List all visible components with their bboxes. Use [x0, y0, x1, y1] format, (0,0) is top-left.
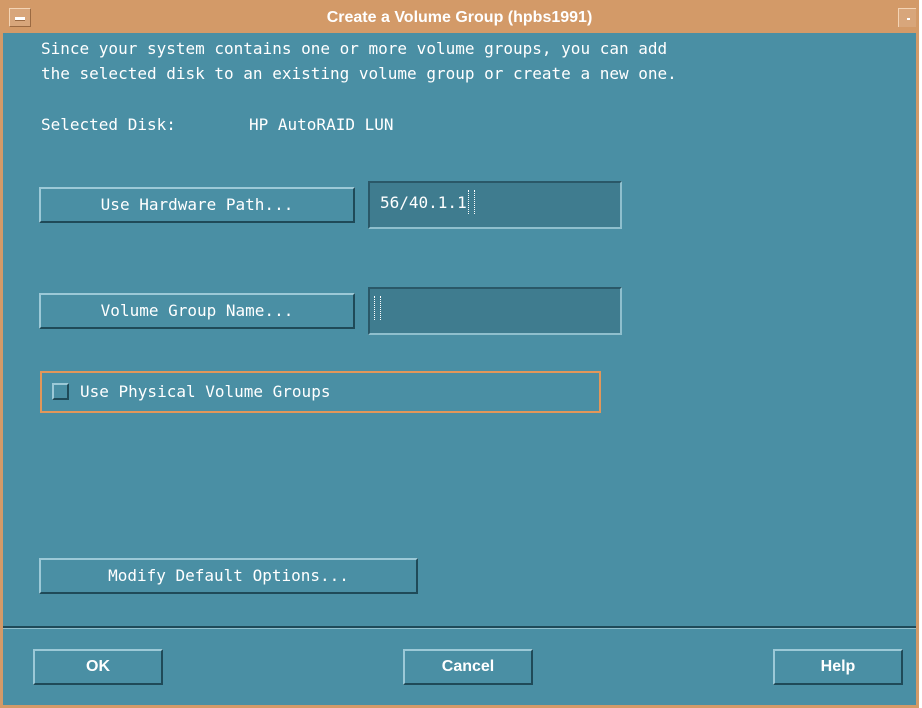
- intro-text-line-2: the selected disk to an existing volume …: [41, 64, 677, 83]
- window-menu-button[interactable]: [9, 8, 31, 27]
- hardware-path-value: 56/40.1.1: [380, 193, 467, 212]
- help-button[interactable]: Help: [773, 649, 903, 685]
- minimize-icon: [907, 18, 910, 20]
- use-hardware-path-button[interactable]: Use Hardware Path...: [39, 187, 355, 223]
- text-cursor-icon: [467, 189, 475, 214]
- title-bar[interactable]: Create a Volume Group (hpbs1991): [3, 3, 916, 33]
- hardware-path-input[interactable]: 56/40.1.1: [368, 181, 622, 229]
- text-cursor-icon: [374, 295, 381, 320]
- button-bar-separator: [3, 626, 916, 629]
- minimize-button[interactable]: [898, 8, 916, 27]
- modify-default-options-button[interactable]: Modify Default Options...: [39, 558, 418, 594]
- physical-volume-groups-checkbox[interactable]: [52, 383, 69, 400]
- cancel-button[interactable]: Cancel: [403, 649, 533, 685]
- volume-group-name-input[interactable]: [368, 287, 622, 335]
- window-title: Create a Volume Group (hpbs1991): [326, 9, 593, 26]
- window-menu-icon: [15, 17, 25, 21]
- physical-volume-groups-option[interactable]: Use Physical Volume Groups: [40, 371, 601, 413]
- ok-button[interactable]: OK: [33, 649, 163, 685]
- volume-group-name-button[interactable]: Volume Group Name...: [39, 293, 355, 329]
- intro-text-line-1: Since your system contains one or more v…: [41, 39, 668, 58]
- selected-disk-label: Selected Disk:: [41, 115, 176, 134]
- selected-disk-value: HP AutoRAID LUN: [249, 115, 394, 134]
- dialog-window: Create a Volume Group (hpbs1991) Since y…: [0, 0, 919, 708]
- physical-volume-groups-label: Use Physical Volume Groups: [80, 382, 331, 401]
